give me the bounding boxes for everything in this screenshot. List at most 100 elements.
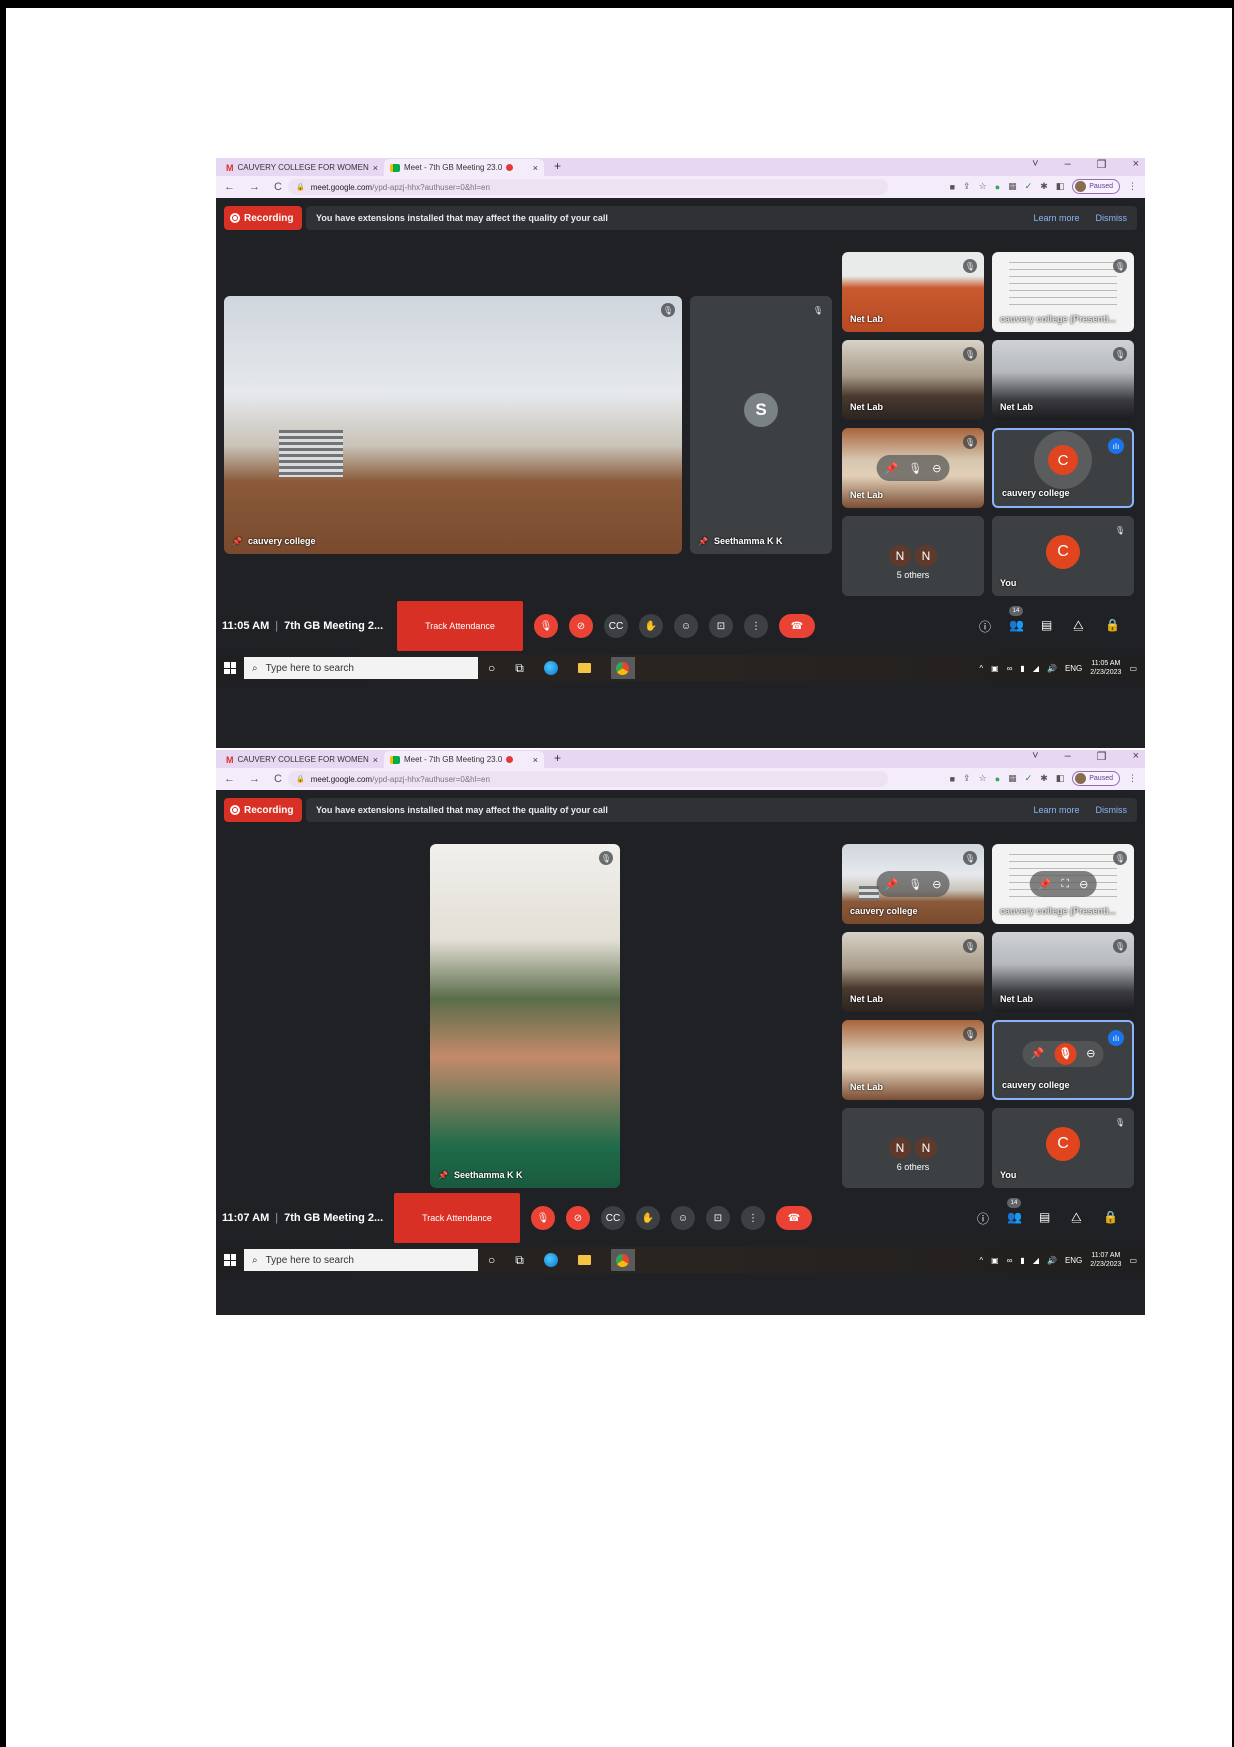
tab-close-icon[interactable]: × [533, 163, 538, 173]
tray-app-icon[interactable]: ∞ [1007, 664, 1013, 673]
tab-gmail[interactable]: M CAUVERY COLLEGE FOR WOMEN × [220, 751, 382, 768]
camera-off-icon[interactable]: ⊘ [569, 614, 593, 638]
grid-tile[interactable]: 🎙 📌 🎙 ⊖ cauvery college [842, 844, 984, 924]
close-window-icon[interactable]: × [1133, 750, 1139, 763]
minimize-icon[interactable]: – [1065, 158, 1071, 171]
chevron-up-icon[interactable]: ^ [979, 1256, 983, 1265]
notifications-icon[interactable]: ▭ [1129, 664, 1137, 673]
self-tile[interactable]: 🎙 C You [992, 516, 1134, 596]
raise-hand-icon[interactable]: ✋ [636, 1206, 660, 1230]
volume-icon[interactable]: 🔊 [1047, 1256, 1057, 1265]
puzzle-icon[interactable]: ✱ [1040, 773, 1048, 784]
mic-icon[interactable]: 🎙 [1054, 1042, 1077, 1065]
taskbar-search-input[interactable]: ⌕ Type here to search [244, 657, 478, 679]
grid-tile[interactable]: 🎙 Net Lab [992, 932, 1134, 1012]
cortana-icon[interactable]: ○ [488, 1253, 495, 1267]
tab-meet[interactable]: Meet - 7th GB Meeting 23.0 × [384, 159, 544, 176]
file-explorer-icon[interactable] [577, 663, 591, 673]
track-attendance-button[interactable]: Track Attendance [394, 1193, 520, 1243]
reload-icon[interactable]: C [274, 181, 282, 193]
tab-close-icon[interactable]: × [533, 755, 538, 765]
chat-icon[interactable]: ▤ [1041, 618, 1052, 632]
url-field[interactable]: 🔒 meet.google.com/ypd-apzj-hhx?authuser=… [288, 179, 888, 195]
mic-off-icon[interactable]: 🎙 [534, 614, 558, 638]
self-tile[interactable]: 🎙 C You [992, 1108, 1134, 1188]
fullscreen-icon[interactable]: ⛶ [1061, 878, 1069, 891]
cortana-icon[interactable]: ○ [488, 661, 495, 675]
reload-icon[interactable]: C [274, 773, 282, 785]
grid-tile[interactable]: 🎙 Net Lab [842, 1020, 984, 1100]
present-icon[interactable]: ⊡ [709, 614, 733, 638]
new-tab-button[interactable]: + [554, 751, 561, 765]
camera-icon[interactable]: ■ [950, 774, 955, 784]
restore-icon[interactable]: ❐ [1097, 750, 1107, 763]
tray-app-icon[interactable]: ▣ [991, 1256, 999, 1265]
tab-search-icon[interactable]: ˅ [1032, 158, 1038, 171]
present-icon[interactable]: ⊡ [706, 1206, 730, 1230]
grid-tile[interactable]: 🎙 Net Lab [842, 252, 984, 332]
language-indicator[interactable]: ENG [1065, 664, 1082, 673]
tray-clock[interactable]: 11:07 AM 2/23/2023 [1090, 1251, 1121, 1269]
learn-more-link[interactable]: Learn more [1033, 213, 1079, 223]
taskbar-search-input[interactable]: ⌕ Type here to search [244, 1249, 478, 1271]
end-call-icon[interactable]: ☎ [776, 1206, 812, 1230]
tab-meet[interactable]: Meet - 7th GB Meeting 23.0 × [384, 751, 544, 768]
track-attendance-button[interactable]: Track Attendance [397, 601, 523, 651]
extension-g-icon[interactable]: ● [995, 774, 1000, 784]
tab-close-icon[interactable]: × [373, 163, 378, 173]
back-icon[interactable]: ← [224, 181, 235, 193]
wifi-icon[interactable]: ◢ [1033, 1256, 1039, 1265]
people-icon[interactable]: 👥 [1009, 618, 1024, 632]
menu-icon[interactable]: ⋮ [1128, 773, 1137, 784]
sidepanel-icon[interactable]: ◧ [1056, 181, 1065, 192]
info-icon[interactable]: ⓘ [979, 618, 991, 635]
remove-icon[interactable]: ⊖ [932, 878, 941, 891]
captions-icon[interactable]: CC [604, 614, 628, 638]
grid-tile[interactable]: 🎙 Net Lab [842, 340, 984, 420]
edge-icon[interactable] [543, 1253, 558, 1267]
seethamma-tile[interactable]: 🎙 S Seethamma K K [690, 296, 832, 554]
pin-icon[interactable]: 📌 [885, 462, 899, 475]
close-window-icon[interactable]: × [1133, 158, 1139, 171]
speaking-tile[interactable]: ıIı C cauvery college [992, 428, 1134, 508]
star-icon[interactable]: ☆ [979, 181, 987, 192]
others-tile[interactable]: N N 5 others [842, 516, 984, 596]
emoji-icon[interactable]: ☺ [674, 614, 698, 638]
grid-tile[interactable]: 🎙 📌 🎙 ⊖ Net Lab [842, 428, 984, 508]
speaking-tile[interactable]: ıIı 📌 🎙 ⊖ cauvery college [992, 1020, 1134, 1100]
mute-participant-icon[interactable]: 🎙 [908, 878, 922, 891]
tab-gmail[interactable]: M CAUVERY COLLEGE FOR WOMEN × [220, 159, 382, 176]
activities-icon[interactable]: ⧋ [1073, 618, 1084, 633]
more-options-icon[interactable]: ⋮ [741, 1206, 765, 1230]
extension-g-icon[interactable]: ● [995, 182, 1000, 192]
extension-check-icon[interactable]: ✓ [1025, 773, 1033, 784]
share-icon[interactable]: ⇪ [963, 181, 971, 192]
new-tab-button[interactable]: + [554, 159, 561, 173]
pin-icon[interactable]: 📌 [1031, 1047, 1045, 1060]
profile-button[interactable]: Paused [1072, 771, 1120, 786]
volume-icon[interactable]: 🔊 [1047, 664, 1057, 673]
raise-hand-icon[interactable]: ✋ [639, 614, 663, 638]
host-controls-icon[interactable]: 🔒 [1103, 1210, 1118, 1224]
main-video-tile[interactable]: 🎙 cauvery college [224, 296, 682, 554]
menu-icon[interactable]: ⋮ [1128, 181, 1137, 192]
dismiss-link[interactable]: Dismiss [1096, 805, 1128, 815]
forward-icon[interactable]: → [249, 773, 260, 785]
tab-search-icon[interactable]: ˅ [1032, 750, 1038, 763]
windows-start-icon[interactable] [224, 1254, 236, 1266]
task-view-icon[interactable]: ⧉ [515, 1253, 524, 1268]
pin-icon[interactable]: 📌 [885, 878, 899, 891]
host-controls-icon[interactable]: 🔒 [1105, 618, 1120, 632]
activities-icon[interactable]: ⧋ [1071, 1210, 1082, 1225]
chevron-up-icon[interactable]: ^ [979, 664, 983, 673]
tray-app-icon[interactable]: ▣ [991, 664, 999, 673]
minimize-icon[interactable]: – [1065, 750, 1071, 763]
captions-icon[interactable]: CC [601, 1206, 625, 1230]
dismiss-link[interactable]: Dismiss [1096, 213, 1128, 223]
back-icon[interactable]: ← [224, 773, 235, 785]
pin-icon[interactable]: 📌 [1038, 878, 1052, 891]
profile-button[interactable]: Paused [1072, 179, 1120, 194]
grid-tile[interactable]: 🎙 Net Lab [842, 932, 984, 1012]
tray-clock[interactable]: 11:05 AM 2/23/2023 [1090, 659, 1121, 677]
presentation-tile[interactable]: 🎙 cauvery college (Presenti... [992, 252, 1134, 332]
